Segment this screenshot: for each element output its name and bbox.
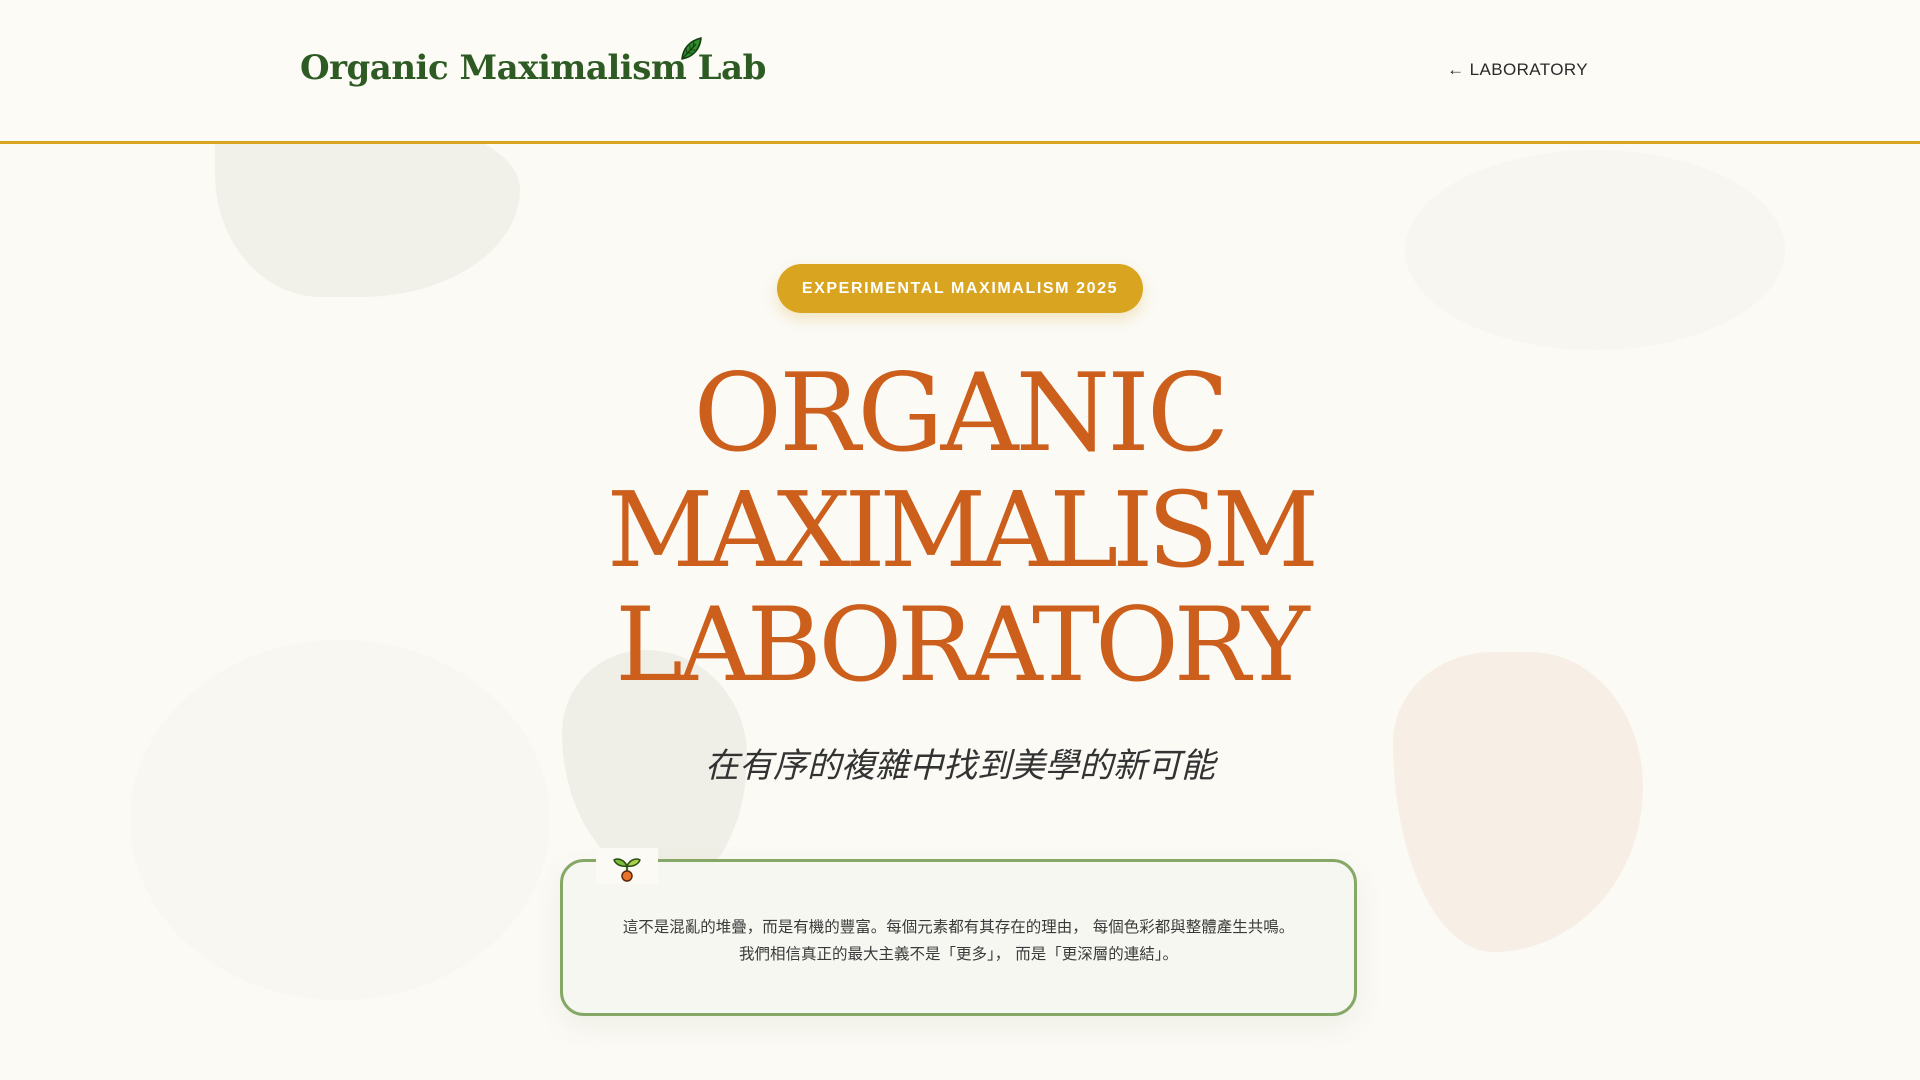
hero-subtitle: 在有序的複雜中找到美學的新可能 [705, 746, 1215, 786]
card-icon-holder [596, 848, 658, 884]
back-to-laboratory-link[interactable]: ← LABORATORY [1447, 60, 1588, 80]
background-blob [1405, 150, 1785, 350]
sprout-icon [613, 858, 641, 882]
hero-title-line: LABORATORY [615, 586, 1309, 705]
manifesto-card: 這不是混亂的堆疊，而是有機的豐富。每個元素都有其存在的理由， 每個色彩都與整體產… [560, 848, 1357, 1016]
manifesto-text: 這不是混亂的堆疊，而是有機的豐富。每個元素都有其存在的理由， 每個色彩都與整體產… [563, 914, 1354, 968]
site-header: Organic Maximalism Lab ← LABORATORY [0, 0, 1920, 144]
hero-title: ORGANIC MAXIMALISM LABORATORY [460, 356, 1460, 704]
leaf-icon [681, 37, 702, 60]
hero-title-line: MAXIMALISM [606, 469, 1319, 591]
page: Organic Maximalism Lab ← LABORATORY EXPE… [0, 0, 1920, 1080]
manifesto-line: 這不是混亂的堆疊，而是有機的豐富。每個元素都有其存在的理由， 每個色彩都與整體產… [622, 918, 1295, 936]
experimental-badge: EXPERIMENTAL MAXIMALISM 2025 [777, 264, 1143, 313]
background-blob [215, 120, 520, 297]
hero-title-line: ORGANIC [693, 351, 1230, 476]
manifesto-line: 我們相信真正的最大主義不是「更多」， 而是「更深層的連結」。 [739, 945, 1178, 963]
